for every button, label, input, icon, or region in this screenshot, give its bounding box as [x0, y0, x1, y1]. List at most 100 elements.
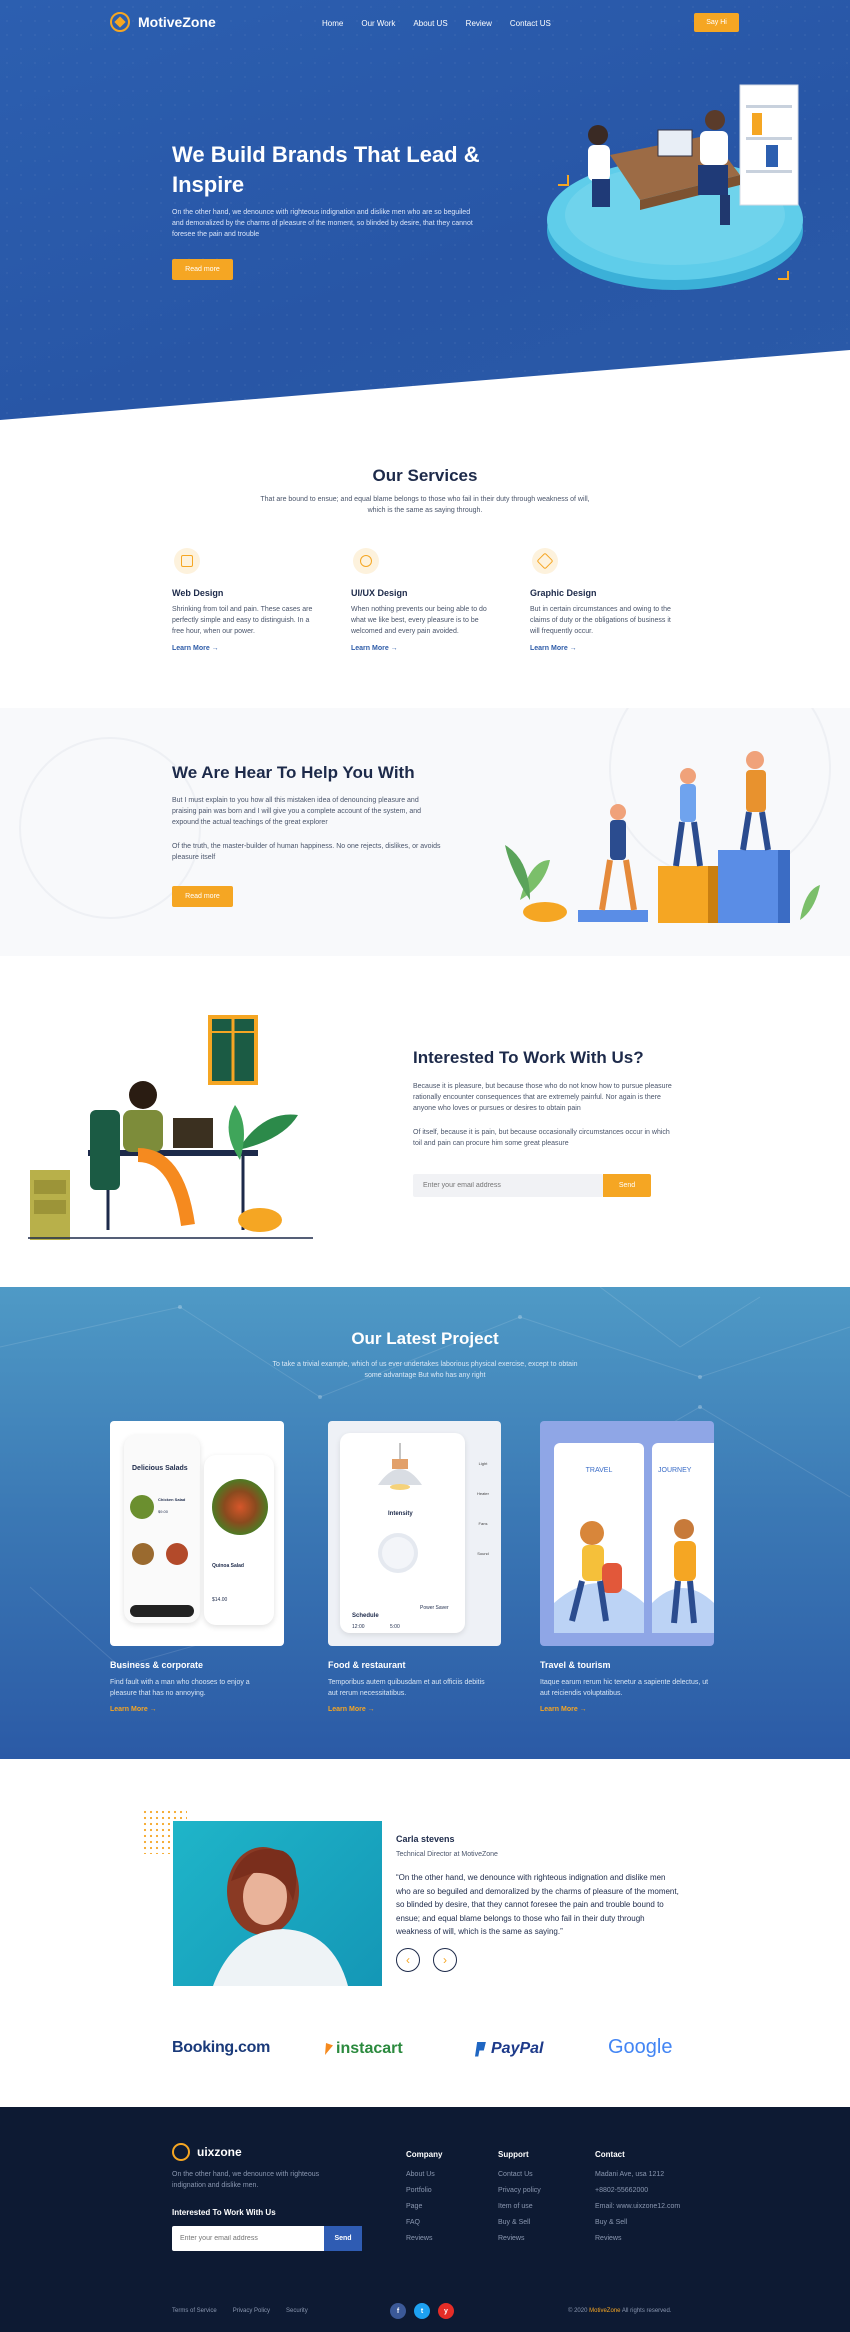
- security-link[interactable]: Security: [286, 2308, 308, 2314]
- footer-link[interactable]: Portfolio: [406, 2187, 442, 2194]
- prev-arrow-button[interactable]: ‹: [396, 1948, 420, 1972]
- footer-link[interactable]: Buy & Sell: [595, 2219, 680, 2226]
- footer-email[interactable]: Email: www.uixzone12.com: [595, 2203, 680, 2210]
- footer-link[interactable]: Reviews: [498, 2235, 541, 2242]
- web-design-icon: [174, 548, 200, 574]
- services-subtitle: That are bound to ensue; and equal blame…: [260, 496, 590, 514]
- nav-item-contact[interactable]: Contact US: [510, 19, 551, 28]
- person-portrait: [213, 1847, 348, 1986]
- device-light[interactable]: Light: [470, 1449, 496, 1479]
- power-saver-label: Power Saver: [420, 1605, 449, 1611]
- project-learn-more-link[interactable]: Learn More →: [110, 1706, 157, 1713]
- terms-link[interactable]: Terms of Service: [172, 2308, 217, 2314]
- projects-title: Our Latest Project: [351, 1329, 499, 1348]
- project-learn-more-link[interactable]: Learn More →: [540, 1706, 587, 1713]
- youtube-icon[interactable]: y: [438, 2303, 454, 2319]
- footer-address: Madani Ave, usa 1212: [595, 2171, 665, 2178]
- project-card-business[interactable]: Delicious Salads Chicken Salad $9.00 Qui…: [110, 1421, 284, 1646]
- quinoa-price: $14.00: [212, 1597, 228, 1603]
- paypal-icon: [475, 2041, 486, 2057]
- brand-name: MotiveZone: [138, 14, 216, 30]
- footer-contact-column: Contact Madani Ave, usa 1212 +8802-55662…: [595, 2150, 680, 2251]
- travel-screen-1: TRAVEL: [554, 1443, 644, 1633]
- project-text: Itaque earum rerum hic tenetur a sapient…: [540, 1679, 709, 1697]
- device-heater[interactable]: Heater: [470, 1479, 496, 1509]
- footer-brand-name: uixzone: [197, 2145, 242, 2159]
- project-learn-more-link[interactable]: Learn More →: [328, 1706, 375, 1713]
- logo-icon: [110, 12, 130, 32]
- project-card-food[interactable]: Intensity Schedule 12:00 5:00 Power Save…: [328, 1421, 501, 1646]
- graphic-design-icon: [532, 548, 558, 574]
- say-hi-button[interactable]: Say Hi: [694, 13, 739, 32]
- copyright-suffix: All rights reserved.: [621, 2308, 672, 2314]
- services-title: Our Services: [372, 466, 478, 485]
- footer-send-button[interactable]: Send: [324, 2226, 362, 2251]
- footer-link[interactable]: Privacy policy: [498, 2187, 541, 2194]
- schedule-label: Schedule: [352, 1613, 379, 1619]
- app-tab-bar: [130, 1605, 194, 1617]
- work-send-button[interactable]: Send: [603, 1174, 651, 1197]
- partner-logo-booking: Booking.com: [172, 2039, 271, 2056]
- copyright-brand[interactable]: MotiveZone: [589, 2308, 620, 2314]
- next-arrow-button[interactable]: ›: [433, 1948, 457, 1972]
- footer-link[interactable]: Item of use: [498, 2203, 541, 2210]
- travel-screen-2: JOURNEY: [652, 1443, 714, 1633]
- device-fans[interactable]: Fans: [470, 1509, 496, 1539]
- privacy-link[interactable]: Privacy Policy: [233, 2308, 270, 2314]
- nav-item-our-work[interactable]: Our Work: [361, 19, 395, 28]
- footer-link[interactable]: Reviews: [595, 2235, 680, 2242]
- service-title: Graphic Design: [530, 588, 597, 598]
- project-text: Temporibus autem quibusdam et aut offici…: [328, 1679, 485, 1697]
- work-email-field[interactable]: [413, 1174, 603, 1197]
- project-title: Food & restaurant: [328, 1660, 406, 1670]
- quinoa-name: Quinoa Salad: [212, 1563, 244, 1569]
- project-title: Travel & tourism: [540, 1660, 611, 1670]
- hero-text: On the other hand, we denounce with righ…: [172, 209, 473, 238]
- footer-link[interactable]: FAQ: [406, 2219, 442, 2226]
- device-sound[interactable]: Sound: [470, 1539, 496, 1569]
- twitter-icon[interactable]: t: [414, 2303, 430, 2319]
- facebook-icon[interactable]: f: [390, 2303, 406, 2319]
- nav-item-about[interactable]: About US: [413, 19, 447, 28]
- backpacker-illustration: [652, 1519, 714, 1633]
- hero-title: We Build Brands That Lead & Inspire: [172, 142, 480, 197]
- social-links: f t y: [390, 2303, 454, 2319]
- footer-email-field[interactable]: [172, 2226, 324, 2251]
- project-text: Find fault with a man who chooses to enj…: [110, 1679, 250, 1697]
- footer-brand[interactable]: uixzone: [172, 2143, 242, 2161]
- testimonial-quote: “On the other hand, we denounce with rig…: [396, 1873, 679, 1936]
- site-footer: uixzone On the other hand, we denounce w…: [0, 2107, 850, 2332]
- food-image: [166, 1543, 188, 1565]
- footer-link[interactable]: Buy & Sell: [498, 2219, 541, 2226]
- paypal-label: PayPal: [491, 2040, 544, 2057]
- uiux-design-icon: [353, 548, 379, 574]
- copyright: © 2020 MotiveZone All rights reserved.: [568, 2308, 672, 2314]
- phone-mockup-1: Delicious Salads Chicken Salad $9.00: [124, 1435, 200, 1623]
- footer-link[interactable]: Reviews: [406, 2235, 442, 2242]
- testimonial-photo: [173, 1821, 382, 1986]
- lamp-icon: [378, 1443, 422, 1490]
- salad-price: $9.00: [158, 1509, 169, 1514]
- testimonial-role: Technical Director at MotiveZone: [396, 1851, 498, 1858]
- learn-more-link[interactable]: Learn More →: [351, 645, 501, 652]
- brand-logo[interactable]: MotiveZone: [110, 12, 216, 32]
- instacart-label: instacart: [336, 2040, 403, 2057]
- footer-link[interactable]: About Us: [406, 2171, 442, 2178]
- help-read-more-button[interactable]: Read more: [172, 886, 233, 907]
- footer-phone[interactable]: +8802-55662000: [595, 2187, 680, 2194]
- footer-support-column: Support Contact Us Privacy policy Item o…: [498, 2150, 541, 2251]
- hero-read-more-button[interactable]: Read more: [172, 259, 233, 280]
- work-email-input[interactable]: [413, 1174, 593, 1197]
- salad-name: Chicken Salad: [158, 1497, 186, 1502]
- nav-item-home[interactable]: Home: [322, 19, 343, 28]
- salads-title: Delicious Salads: [132, 1465, 188, 1472]
- nav-item-review[interactable]: Review: [466, 19, 492, 28]
- footer-email-input[interactable]: [172, 2226, 320, 2251]
- project-card-travel[interactable]: TRAVEL JOURNEY: [540, 1421, 714, 1646]
- learn-more-link[interactable]: Learn More →: [172, 645, 322, 652]
- project-title: Business & corporate: [110, 1660, 204, 1670]
- footer-link[interactable]: Contact Us: [498, 2171, 541, 2178]
- service-text: But in certain circumstances and owing t…: [530, 606, 671, 635]
- learn-more-link[interactable]: Learn More →: [530, 645, 680, 652]
- footer-link[interactable]: Page: [406, 2203, 442, 2210]
